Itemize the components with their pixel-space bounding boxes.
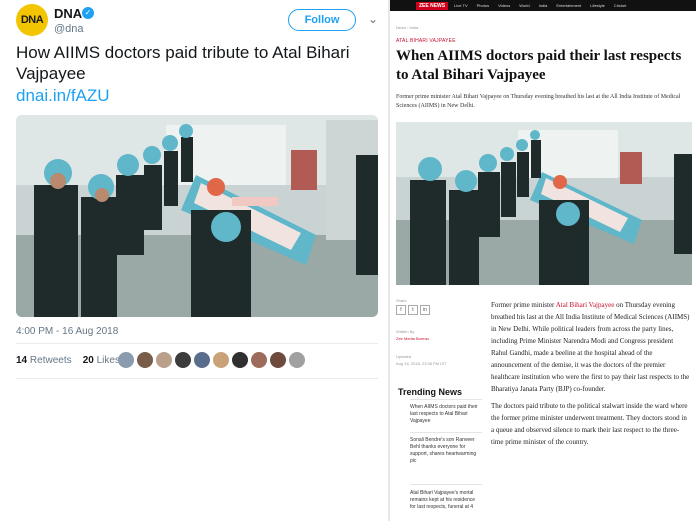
article-photo [396, 122, 692, 285]
liker-avatar[interactable] [156, 352, 172, 368]
article-headline: When AIIMS doctors paid their last respe… [396, 48, 682, 83]
article-summary: Former prime minister Atal Bihari Vajpay… [396, 94, 681, 109]
liker-avatar[interactable] [270, 352, 286, 368]
twitter-icon[interactable]: t [408, 305, 418, 315]
liker-avatar[interactable] [251, 352, 267, 368]
news-article-page: ZEE NEWS Live TV Photos Videos World India En… [388, 0, 696, 521]
author-handle[interactable]: @dna [54, 23, 84, 35]
liker-avatar[interactable] [118, 352, 134, 368]
follow-button[interactable]: Follow [288, 9, 356, 31]
article-paragraph: The doctors paid tribute to the politica… [491, 402, 688, 446]
share-label: Share [396, 298, 407, 303]
likes-count[interactable]: 20 [83, 355, 94, 366]
nav-item[interactable]: Photos [477, 3, 489, 8]
author-name[interactable]: DNA [54, 6, 82, 21]
retweets-count[interactable]: 14 [16, 355, 27, 366]
liker-avatar[interactable] [289, 352, 305, 368]
trending-item[interactable]: Sonali Bendre's son Ranveer Behl thanks … [410, 437, 482, 465]
liker-avatars [118, 352, 305, 368]
avatar-logo-text: DNA [20, 14, 44, 26]
tweet-card: DNA DNA ✓ @dna Follow ⌄ How AIIMS doctor… [0, 0, 388, 521]
updated-label: Updated [396, 354, 412, 359]
site-navbar: ZEE NEWS Live TV Photos Videos World India En… [390, 0, 696, 11]
likes-label[interactable]: Likes [97, 355, 120, 366]
divider [16, 343, 378, 344]
trending-heading: Trending News [398, 387, 463, 397]
trending-item[interactable]: When AIIMS doctors paid their last respe… [410, 404, 482, 425]
nav-item[interactable]: Lifestyle [590, 3, 605, 8]
retweets-label[interactable]: Retweets [30, 355, 72, 366]
divider [16, 378, 378, 379]
chevron-down-icon[interactable]: ⌄ [368, 12, 378, 26]
nav-item[interactable]: Live TV [454, 3, 468, 8]
verified-icon: ✓ [82, 7, 94, 19]
nav-item[interactable]: World [519, 3, 529, 8]
liker-avatar[interactable] [137, 352, 153, 368]
avatar[interactable]: DNA [16, 4, 48, 36]
hospital-ward-photo [396, 122, 692, 285]
nav-item[interactable]: India [539, 3, 548, 8]
divider [410, 484, 482, 485]
article-paragraph: Former prime minister Atal Bihari Vajpay… [491, 299, 691, 395]
written-by-label: Written By [396, 329, 415, 334]
body-text-run: on Thursday evening breathed his last at… [491, 301, 690, 393]
nav-item[interactable]: Entertainment [556, 3, 581, 8]
share-buttons: f t in [396, 305, 484, 315]
divider [410, 399, 482, 400]
tweet-link[interactable]: dnai.in/fAZU [16, 86, 110, 106]
liker-avatar[interactable] [175, 352, 191, 368]
author-link[interactable]: Zee Media Bureau [396, 336, 484, 341]
tweet-timestamp[interactable]: 4:00 PM - 16 Aug 2018 [16, 326, 118, 337]
article-meta: Share f t in Written By Zee Media Bureau… [396, 298, 484, 366]
updated-time: Aug 16, 2018, 23:08 PM IST [396, 361, 447, 366]
vajpayee-link[interactable]: Atal Bihari Vajpayee [556, 301, 615, 309]
tweet-text: How AIIMS doctors paid tribute to Atal B… [16, 43, 350, 83]
nav-item[interactable]: Cricket [614, 3, 626, 8]
liker-avatar[interactable] [194, 352, 210, 368]
site-logo[interactable]: ZEE NEWS [416, 1, 449, 10]
section-label[interactable]: ATAL BIHARI VAJPAYEE [396, 38, 456, 44]
facebook-icon[interactable]: f [396, 305, 406, 315]
divider [410, 432, 482, 433]
body-text-run: Former prime minister [491, 301, 556, 309]
liker-avatar[interactable] [213, 352, 229, 368]
liker-avatar[interactable] [232, 352, 248, 368]
article-body: Former prime minister Atal Bihari Vajpay… [491, 299, 691, 453]
tweet-stats: 14 Retweets 20 Likes [16, 355, 120, 366]
breadcrumb[interactable]: News › India [396, 25, 418, 30]
tweet-photo[interactable] [16, 115, 378, 317]
hospital-ward-photo [16, 115, 378, 317]
linkedin-icon[interactable]: in [420, 305, 430, 315]
nav-item[interactable]: Videos [498, 3, 510, 8]
trending-item[interactable]: Atal Bihari Vajpayee's mortal remains ke… [410, 490, 482, 511]
